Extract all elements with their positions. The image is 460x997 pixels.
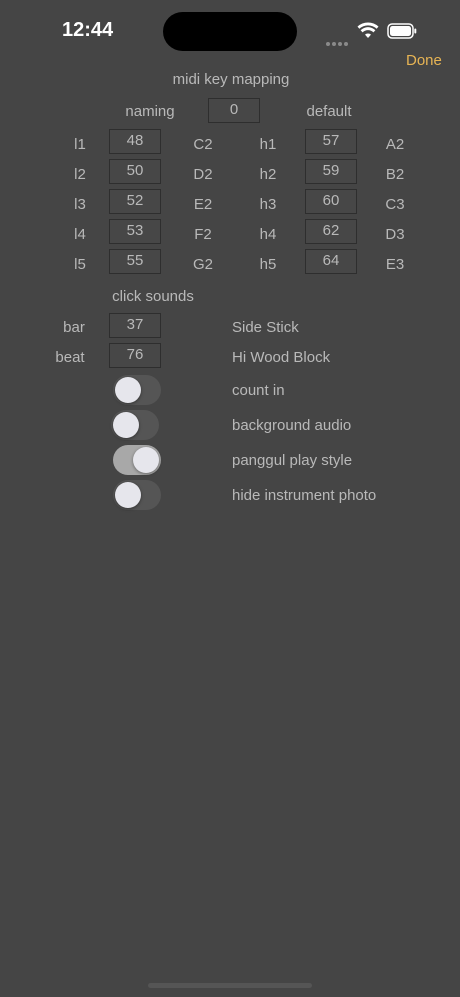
key-label-h4: h4 <box>259 226 277 243</box>
key-field-h2[interactable]: 59 <box>305 159 357 184</box>
home-indicator <box>148 983 312 988</box>
panggul-play-style-toggle[interactable] <box>113 445 161 475</box>
toggle-knob <box>115 482 141 508</box>
key-field-l5[interactable]: 55 <box>109 249 161 274</box>
key-note-h4: D3 <box>385 226 405 243</box>
page-title: midi key mapping <box>172 71 290 88</box>
bar-sound-field[interactable]: 37 <box>109 313 161 338</box>
key-field-h3[interactable]: 60 <box>305 189 357 214</box>
dynamic-island <box>163 12 297 51</box>
toggle-knob <box>113 412 139 438</box>
key-note-h3: C3 <box>385 196 405 213</box>
key-note-l2: D2 <box>193 166 213 183</box>
key-label-l2: l2 <box>74 166 86 183</box>
beat-sound-name: Hi Wood Block <box>232 349 331 366</box>
key-label-h3: h3 <box>259 196 277 213</box>
default-button[interactable]: default <box>306 103 351 120</box>
count-in-toggle[interactable] <box>113 375 161 405</box>
key-label-h2: h2 <box>259 166 277 183</box>
wifi-icon <box>357 22 379 40</box>
key-field-l2[interactable]: 50 <box>109 159 161 184</box>
beat-sound-field[interactable]: 76 <box>109 343 161 368</box>
count-in-label: count in <box>232 382 285 399</box>
key-label-l4: l4 <box>74 226 86 243</box>
click-sounds-heading: click sounds <box>112 288 194 305</box>
toggle-knob <box>115 377 141 403</box>
key-label-l1: l1 <box>74 136 86 153</box>
key-note-l3: E2 <box>193 196 213 213</box>
naming-field[interactable]: 0 <box>208 98 260 123</box>
bar-label: bar <box>63 319 85 336</box>
battery-icon <box>387 22 417 40</box>
key-field-h1[interactable]: 57 <box>305 129 357 154</box>
done-button[interactable]: Done <box>406 52 442 69</box>
hide-instrument-photo-label: hide instrument photo <box>232 487 377 504</box>
key-label-h5: h5 <box>259 256 277 273</box>
key-note-l5: G2 <box>192 256 214 273</box>
key-field-l4[interactable]: 53 <box>109 219 161 244</box>
key-label-l3: l3 <box>74 196 86 213</box>
background-audio-label: background audio <box>232 417 352 434</box>
signal-dots-icon <box>326 33 350 46</box>
key-field-l3[interactable]: 52 <box>109 189 161 214</box>
key-field-h5[interactable]: 64 <box>305 249 357 274</box>
hide-instrument-photo-toggle[interactable] <box>113 480 161 510</box>
beat-label: beat <box>55 349 85 366</box>
status-time: 12:44 <box>62 19 114 41</box>
bar-sound-name: Side Stick <box>232 319 299 336</box>
key-label-h1: h1 <box>259 136 277 153</box>
key-note-h2: B2 <box>385 166 405 183</box>
key-note-l4: F2 <box>194 226 212 243</box>
key-label-l5: l5 <box>74 256 86 273</box>
background-audio-toggle[interactable] <box>111 410 159 440</box>
toggle-knob <box>133 447 159 473</box>
key-note-l1: C2 <box>193 136 213 153</box>
key-field-h4[interactable]: 62 <box>305 219 357 244</box>
key-field-l1[interactable]: 48 <box>109 129 161 154</box>
naming-label: naming <box>125 103 175 120</box>
key-note-h1: A2 <box>385 136 405 153</box>
key-note-h5: E3 <box>385 256 405 273</box>
panggul-play-style-label: panggul play style <box>232 452 353 469</box>
